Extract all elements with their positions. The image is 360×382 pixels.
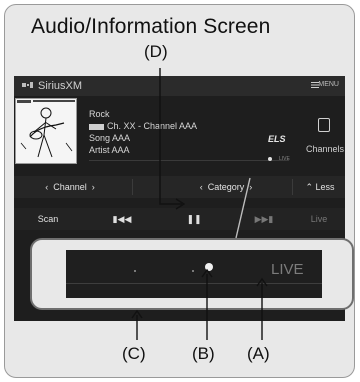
category-selector-label: Category <box>207 182 245 192</box>
pause-button[interactable]: ❚❚ <box>164 208 224 230</box>
zoomed-live-label: LIVE <box>271 261 304 278</box>
els-logo: ELS <box>268 134 286 144</box>
satellite-icon <box>22 82 33 88</box>
chevron-left-icon[interactable]: ‹ <box>200 182 203 192</box>
menu-button[interactable]: MENU <box>318 81 339 88</box>
zoomed-tick <box>192 270 194 272</box>
control-row-bottom: Scan ▮◀◀ ❚❚ ▶▶▮ Live <box>14 208 345 230</box>
divider <box>292 179 293 195</box>
live-label: Live <box>310 214 328 224</box>
channel-logo-icon <box>89 123 104 130</box>
channel-list-icon <box>318 118 330 132</box>
channel-line: Ch. XX - Channel AAA <box>89 120 197 132</box>
callout-b: (B) <box>192 344 215 363</box>
album-art <box>15 98 77 164</box>
zoomed-progress-bar: LIVE <box>66 250 322 298</box>
channel-selector-label: Channel <box>53 182 87 192</box>
chevron-right-icon[interactable]: › <box>92 182 95 192</box>
scan-button[interactable]: Scan <box>18 208 78 230</box>
zoomed-track <box>66 283 322 284</box>
zoomed-tick <box>134 270 136 272</box>
live-marker-small: LIVE <box>279 156 290 162</box>
category-selector[interactable]: ‹ Category › <box>176 176 276 198</box>
channels-label: Channels <box>305 144 345 154</box>
artist-text: Artist AAA <box>89 145 130 155</box>
screen-title: Audio/Information Screen <box>31 15 271 38</box>
callout-c: (C) <box>122 344 146 363</box>
callout-d: (D) <box>144 42 168 61</box>
pause-icon: ❚❚ <box>186 214 202 224</box>
now-playing-info: Rock Ch. XX - Channel AAA Song AAA Artis… <box>89 108 197 156</box>
skip-forward-icon: ▶▶▮ <box>254 214 274 224</box>
song-text: Song AAA <box>89 133 131 143</box>
callout-a: (A) <box>247 344 270 363</box>
live-button[interactable]: Live <box>294 208 344 230</box>
chevron-left-icon[interactable]: ‹ <box>45 182 48 192</box>
less-label: Less <box>315 182 335 192</box>
less-button[interactable]: ⌃ Less <box>296 176 344 198</box>
playback-progress-track[interactable] <box>89 160 289 161</box>
source-name: SiriusXM <box>38 80 83 92</box>
zoomed-progress-callout: LIVE <box>30 238 354 310</box>
channel-selector[interactable]: ‹ Channel › <box>20 176 120 198</box>
playback-position-indicator[interactable] <box>268 157 272 161</box>
top-bar: SiriusXM MENU <box>14 76 345 96</box>
genre-text: Rock <box>89 109 110 119</box>
channel-text: Ch. XX - Channel AAA <box>107 121 198 131</box>
zoomed-position-indicator <box>205 263 213 271</box>
skip-back-button[interactable]: ▮◀◀ <box>92 208 152 230</box>
skip-back-icon: ▮◀◀ <box>112 214 132 224</box>
scan-label: Scan <box>37 214 59 224</box>
guitarist-illustration <box>17 100 75 158</box>
chevron-right-icon[interactable]: › <box>249 182 252 192</box>
control-row-top: ‹ Channel › ‹ Category › ⌃ Less <box>14 176 345 198</box>
skip-forward-button[interactable]: ▶▶▮ <box>234 208 294 230</box>
chevron-up-icon: ⌃ <box>305 182 313 192</box>
divider <box>132 179 133 195</box>
channels-button[interactable]: Channels <box>305 100 345 162</box>
